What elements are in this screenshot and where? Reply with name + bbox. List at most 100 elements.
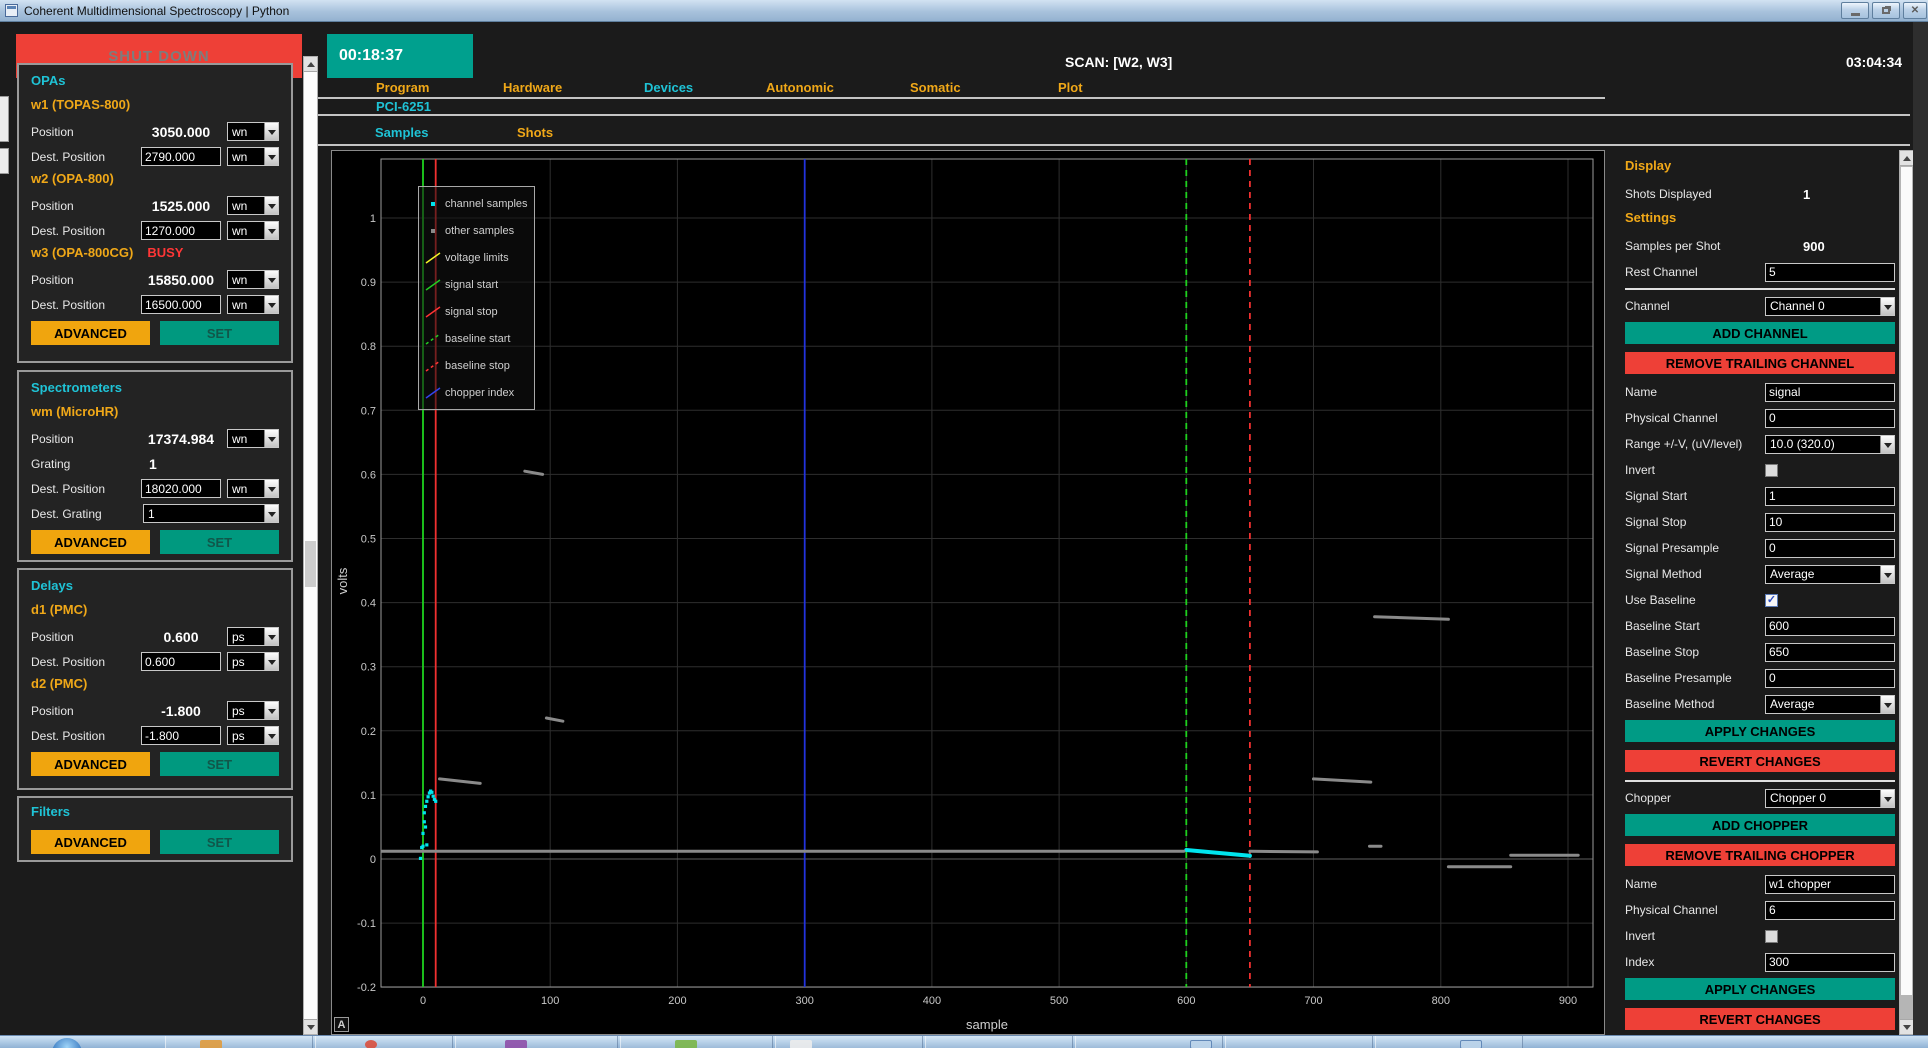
units-select[interactable]: wn <box>227 147 279 166</box>
units-select[interactable]: ps <box>227 652 279 671</box>
signal-presample-input[interactable] <box>1765 539 1895 558</box>
units-select[interactable]: wn <box>227 429 279 448</box>
tab-program[interactable]: Program <box>376 80 429 95</box>
legend-item: voltage limits <box>419 244 534 271</box>
physical-channel-input[interactable] <box>1765 409 1895 428</box>
range-select[interactable]: 10.0 (320.0) <box>1765 435 1895 454</box>
right-scrollbar[interactable] <box>1899 150 1914 1035</box>
taskbar-app-button[interactable] <box>1225 1036 1373 1048</box>
scrollbar-thumb[interactable] <box>305 541 316 587</box>
start-orb-icon[interactable] <box>52 1038 82 1048</box>
taskbar[interactable] <box>0 1035 1928 1048</box>
autoscale-button[interactable]: A <box>334 1017 349 1032</box>
arrow-down-icon <box>1903 1025 1911 1034</box>
tab-devices[interactable]: Devices <box>644 80 693 95</box>
tab-pci-6251[interactable]: PCI-6251 <box>376 99 431 114</box>
units-select[interactable]: ps <box>227 726 279 745</box>
taskbar-app-button[interactable] <box>925 1036 1073 1048</box>
scroll-up-button[interactable] <box>1900 151 1913 166</box>
advanced-button[interactable]: ADVANCED <box>31 321 150 345</box>
channel-select[interactable]: Channel 0 <box>1765 297 1895 316</box>
units-select[interactable]: wn <box>227 221 279 240</box>
position-row: Position -1.800 ps <box>31 700 279 721</box>
apply-changes-button[interactable]: APPLY CHANGES <box>1625 720 1895 742</box>
chopper-index-row: Index <box>1625 952 1895 972</box>
scroll-up-button[interactable] <box>304 57 317 72</box>
taskbar-app-button[interactable] <box>1375 1036 1523 1048</box>
chopper-name-input[interactable] <box>1765 875 1895 894</box>
app-icon <box>1190 1040 1212 1048</box>
plot-legend[interactable]: channel samples other samples voltage li… <box>418 186 535 410</box>
scroll-down-button[interactable] <box>304 1019 317 1034</box>
rest-channel-input[interactable] <box>1765 263 1895 282</box>
baseline-method-select[interactable]: Average <box>1765 695 1895 714</box>
units-select[interactable]: ps <box>227 627 279 646</box>
baseline-start-input[interactable] <box>1765 617 1895 636</box>
app-icon <box>365 1040 377 1048</box>
chopper-apply-changes-button[interactable]: APPLY CHANGES <box>1625 978 1895 1000</box>
tab-plot[interactable]: Plot <box>1058 80 1083 95</box>
baseline-presample-input[interactable] <box>1765 669 1895 688</box>
shots-displayed-value: 1 <box>1765 187 1895 202</box>
scrollbar-thumb[interactable] <box>1901 167 1912 995</box>
set-button[interactable]: SET <box>160 830 279 854</box>
baseline-stop-input[interactable] <box>1765 643 1895 662</box>
maximize-button[interactable] <box>1872 2 1900 19</box>
scroll-down-button[interactable] <box>1900 1019 1913 1034</box>
chopper-index-input[interactable] <box>1765 953 1895 972</box>
set-button[interactable]: SET <box>160 530 279 554</box>
units-select[interactable]: ps <box>227 701 279 720</box>
minimize-button[interactable] <box>1841 2 1869 19</box>
remove-trailing-chopper-button[interactable]: REMOVE TRAILING CHOPPER <box>1625 844 1895 866</box>
chopper-select[interactable]: Chopper 0 <box>1765 789 1895 808</box>
chevron-down-icon <box>264 296 278 313</box>
chevron-down-icon <box>1880 696 1894 713</box>
dest-position-input[interactable] <box>141 147 221 166</box>
chopper-invert-checkbox[interactable] <box>1765 930 1778 943</box>
position-value: 0.600 <box>141 629 221 645</box>
chopper-physical-channel-input[interactable] <box>1765 901 1895 920</box>
use-baseline-checkbox[interactable] <box>1765 594 1778 607</box>
legend-item: other samples <box>419 217 534 244</box>
dest-position-input[interactable] <box>141 479 221 498</box>
chopper-revert-changes-button[interactable]: REVERT CHANGES <box>1625 1008 1895 1030</box>
dest-grating-select[interactable]: 1 <box>143 504 279 523</box>
dest-position-input[interactable] <box>141 221 221 240</box>
advanced-button[interactable]: ADVANCED <box>31 830 150 854</box>
svg-text:-0.2: -0.2 <box>357 982 376 994</box>
taskbar-app-button[interactable] <box>455 1036 618 1048</box>
dest-position-input[interactable] <box>141 295 221 314</box>
channel-name-input[interactable] <box>1765 383 1895 402</box>
units-select[interactable]: wn <box>227 270 279 289</box>
set-button[interactable]: SET <box>160 752 279 776</box>
busy-badge: BUSY <box>147 245 183 260</box>
signal-stop-input[interactable] <box>1765 513 1895 532</box>
invert-checkbox[interactable] <box>1765 464 1778 477</box>
signal-start-input[interactable] <box>1765 487 1895 506</box>
units-select[interactable]: wn <box>227 295 279 314</box>
tab-hardware[interactable]: Hardware <box>503 80 562 95</box>
signal-method-select[interactable]: Average <box>1765 565 1895 584</box>
tab-somatic[interactable]: Somatic <box>910 80 961 95</box>
remove-trailing-channel-button[interactable]: REMOVE TRAILING CHANNEL <box>1625 352 1895 374</box>
revert-changes-button[interactable]: REVERT CHANGES <box>1625 750 1895 772</box>
advanced-button[interactable]: ADVANCED <box>31 530 150 554</box>
units-select[interactable]: wn <box>227 122 279 141</box>
units-select[interactable]: wn <box>227 196 279 215</box>
units-select[interactable]: wn <box>227 479 279 498</box>
set-button[interactable]: SET <box>160 321 279 345</box>
advanced-button[interactable]: ADVANCED <box>31 752 150 776</box>
tab-samples[interactable]: Samples <box>375 125 428 140</box>
window-title: Coherent Multidimensional Spectroscopy |… <box>24 4 289 18</box>
chevron-down-icon <box>1880 790 1894 807</box>
tab-autonomic[interactable]: Autonomic <box>766 80 834 95</box>
close-button[interactable]: ✕ <box>1903 2 1927 19</box>
tab-shots[interactable]: Shots <box>517 125 553 140</box>
left-scrollbar[interactable] <box>303 56 318 1035</box>
taskbar-app-button[interactable] <box>315 1036 453 1048</box>
dest-position-input[interactable] <box>141 652 221 671</box>
add-chopper-button[interactable]: ADD CHOPPER <box>1625 814 1895 836</box>
add-channel-button[interactable]: ADD CHANNEL <box>1625 322 1895 344</box>
dest-position-input[interactable] <box>141 726 221 745</box>
taskbar-app-button[interactable] <box>165 1036 313 1048</box>
